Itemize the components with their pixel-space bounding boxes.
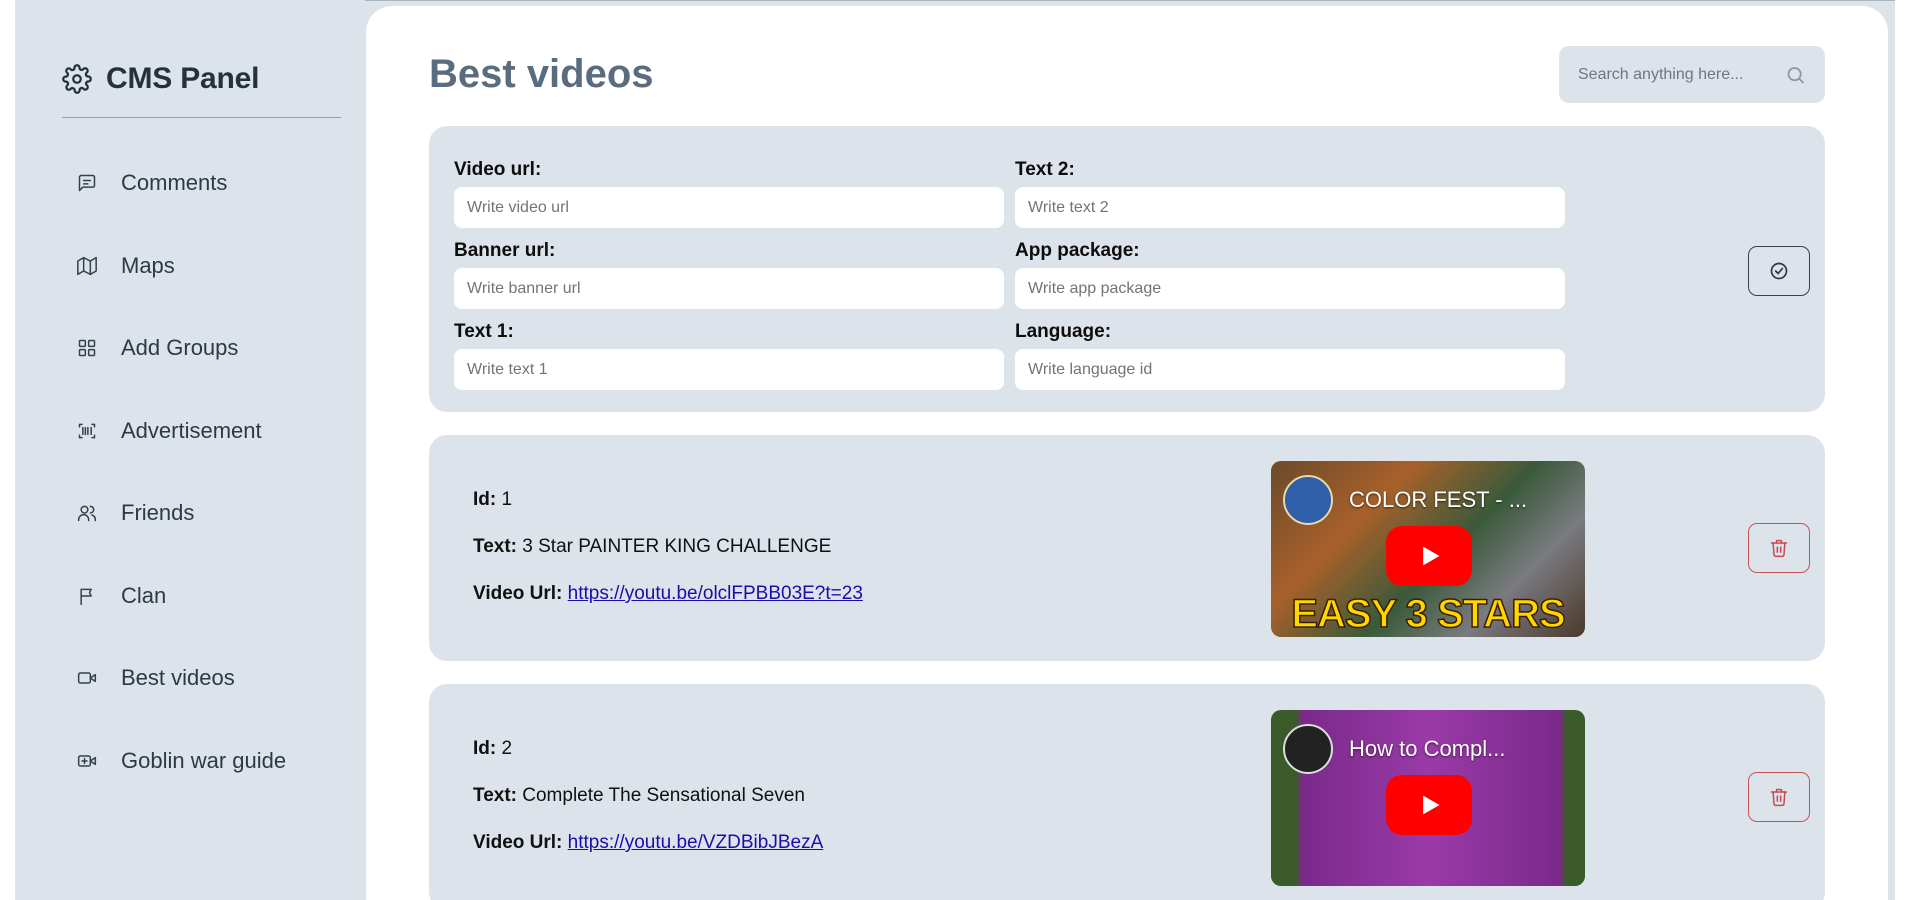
brand-title: CMS Panel (106, 62, 260, 95)
video-url-link[interactable]: https://youtu.be/VZDBibJBezA (568, 832, 824, 853)
language-input[interactable] (1015, 349, 1565, 390)
brand-divider (62, 117, 341, 118)
play-icon (1423, 795, 1440, 815)
sidebar-item-best-videos[interactable]: Best videos (15, 637, 365, 720)
text2-input[interactable] (1015, 187, 1565, 228)
video-url-line: Video Url: https://youtu.be/VZDBibJBezA (473, 830, 823, 877)
page-title: Best videos (429, 52, 654, 96)
flag-icon (75, 584, 99, 608)
submit-button[interactable] (1748, 246, 1810, 296)
banner-url-label: Banner url: (454, 240, 556, 261)
video-text-label: Text: (473, 536, 517, 557)
channel-avatar (1283, 724, 1333, 774)
sidebar-item-maps[interactable]: Maps (15, 225, 365, 308)
video-id-label: Id: (473, 738, 497, 759)
sidebar-item-label: Advertisement (121, 417, 262, 443)
sidebar-item-label: Comments (121, 170, 228, 196)
channel-avatar (1283, 475, 1333, 525)
check-circle-icon (1770, 262, 1788, 280)
app-package-label: App package: (1015, 240, 1140, 261)
thumbnail-banner: EASY 3 STARS (1291, 591, 1567, 637)
sidebar-item-friends[interactable]: Friends (15, 472, 365, 555)
video-id: 2 (501, 738, 513, 759)
text1-label: Text 1: (454, 321, 514, 342)
barcode-icon (75, 419, 99, 443)
video-text-line: Text: 3 Star PAINTER KING CHALLENGE (473, 534, 863, 581)
users-icon (75, 501, 99, 525)
sidebar-item-goblin-war-guide[interactable]: Goblin war guide (15, 720, 365, 803)
sidebar-item-advertisement[interactable]: Advertisement (15, 390, 365, 473)
sidebar-item-label: Friends (121, 500, 195, 526)
video-url-label: Video Url: (473, 583, 563, 604)
video-url-line: Video Url: https://youtu.be/olclFPBB03E?… (473, 581, 863, 628)
sidebar-item-clan[interactable]: Clan (15, 555, 365, 638)
video-card: Id: 1 Text: 3 Star PAINTER KING CHALLENG… (429, 435, 1825, 661)
text2-field: Text 2: (1015, 157, 1565, 228)
add-video-form: Video url: Text 2: Banner url: App packa… (429, 126, 1825, 412)
app-package-field: App package: (1015, 238, 1565, 309)
delete-button[interactable] (1748, 772, 1810, 822)
video-url-label: Video Url: (473, 832, 563, 853)
banner-url-field: Banner url: (454, 238, 1004, 309)
video-text-label: Text: (473, 785, 517, 806)
sidebar-item-label: Add Groups (121, 335, 239, 361)
video-info: Id: 1 Text: 3 Star PAINTER KING CHALLENG… (473, 487, 863, 628)
language-label: Language: (1015, 321, 1112, 342)
video-id-line: Id: 1 (473, 487, 863, 534)
language-field: Language: (1015, 319, 1565, 390)
search-icon[interactable] (1785, 64, 1806, 86)
play-button[interactable] (1386, 775, 1472, 835)
video-plus-icon (75, 749, 99, 773)
search-input[interactable] (1578, 65, 1785, 84)
sidebar-item-add-groups[interactable]: Add Groups (15, 307, 365, 390)
sidebar-item-label: Best videos (121, 665, 235, 691)
video-thumbnail[interactable]: How to Compl... (1271, 710, 1585, 886)
brand[interactable]: CMS Panel (62, 62, 259, 96)
sidebar-item-comments[interactable]: Comments (15, 142, 365, 225)
video-icon (75, 666, 99, 690)
video-id-label: Id: (473, 489, 497, 510)
thumbnail-title: COLOR FEST - ... (1349, 487, 1528, 512)
message-square-icon (75, 171, 99, 195)
sidebar-item-label: Maps (121, 252, 175, 278)
app-package-input[interactable] (1015, 268, 1565, 309)
video-thumbnail[interactable]: COLOR FEST - ... EASY 3 STARS (1271, 461, 1585, 637)
video-card: Id: 2 Text: Complete The Sensational Sev… (429, 684, 1825, 900)
video-text: Complete The Sensational Seven (522, 785, 805, 806)
delete-button[interactable] (1748, 523, 1810, 573)
video-id: 1 (501, 489, 513, 510)
video-text-line: Text: Complete The Sensational Seven (473, 783, 823, 830)
text2-label: Text 2: (1015, 159, 1075, 180)
trash-icon (1770, 539, 1788, 558)
video-text: 3 Star PAINTER KING CHALLENGE (522, 536, 832, 557)
text1-input[interactable] (454, 349, 1004, 390)
main-panel: Best videos Video url: Text 2: Banner ur… (366, 6, 1888, 900)
play-icon (1423, 546, 1440, 566)
sidebar-nav: Comments Maps Add Groups Advertisement F… (15, 142, 365, 802)
video-id-line: Id: 2 (473, 736, 823, 783)
video-url-input[interactable] (454, 187, 1004, 228)
search-box (1559, 46, 1825, 103)
thumbnail-title: How to Compl... (1349, 736, 1506, 761)
trash-icon (1770, 788, 1788, 807)
gear-icon (62, 64, 92, 94)
banner-url-input[interactable] (454, 268, 1004, 309)
sidebar-item-label: Goblin war guide (121, 747, 287, 773)
text1-field: Text 1: (454, 319, 1004, 390)
video-url-link[interactable]: https://youtu.be/olclFPBB03E?t=23 (568, 583, 863, 604)
video-info: Id: 2 Text: Complete The Sensational Sev… (473, 736, 823, 877)
video-url-label: Video url: (454, 159, 542, 180)
map-icon (75, 254, 99, 278)
grid-icon (75, 336, 99, 360)
sidebar-item-label: Clan (121, 582, 167, 608)
sidebar: CMS Panel Comments Maps Add Groups Adver… (15, 0, 365, 900)
video-url-field: Video url: (454, 157, 1004, 228)
play-button[interactable] (1386, 526, 1472, 586)
